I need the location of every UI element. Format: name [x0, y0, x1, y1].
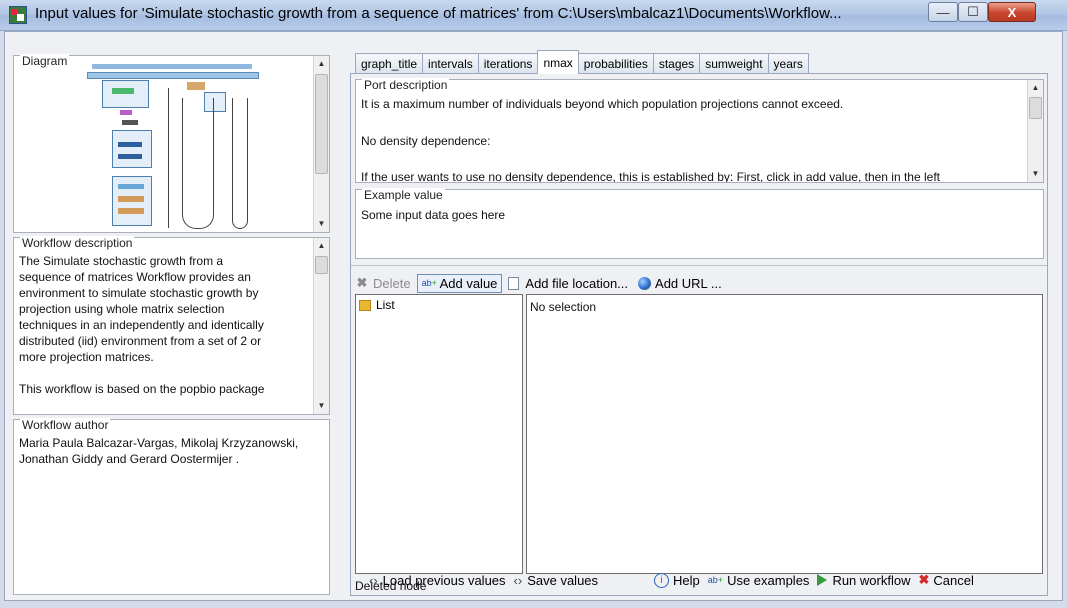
- description-line: distributed (iid) environment from a set…: [19, 334, 262, 348]
- divider: [351, 265, 1047, 266]
- load-previous-values-button[interactable]: ‹› Load previous values: [369, 573, 506, 588]
- port-description-blank: [361, 114, 1029, 132]
- diagram-panel: Diagram ▲ ▼: [13, 54, 330, 233]
- close-button[interactable]: X: [988, 2, 1036, 22]
- scroll-up-icon[interactable]: ▲: [1028, 80, 1043, 96]
- description-line: techniques in an independently and ident…: [19, 318, 264, 332]
- tree-panel[interactable]: List: [355, 294, 523, 574]
- author-line: Maria Paula Balcazar-Vargas, Mikolaj Krz…: [19, 436, 299, 450]
- diagram-scrollbar[interactable]: ▲ ▼: [313, 56, 329, 232]
- maximize-button[interactable]: ☐: [958, 2, 988, 22]
- add-file-location-button[interactable]: Add file location...: [504, 275, 632, 292]
- save-icon: ‹›: [513, 572, 523, 588]
- port-description-panel: Port description It is a maximum number …: [355, 78, 1044, 183]
- description-line: sequence of matrices Workflow provides a…: [19, 270, 251, 284]
- scroll-down-icon[interactable]: ▼: [1028, 166, 1043, 182]
- tab-iterations[interactable]: iterations: [477, 53, 539, 73]
- tab-probabilities[interactable]: probabilities: [577, 53, 654, 73]
- description-line: This workflow is based on the popbio pac…: [19, 382, 265, 396]
- use-examples-label: Use examples: [727, 572, 810, 588]
- description-line: The Simulate stochastic growth from a: [19, 254, 224, 268]
- diagram-scroll-thumb[interactable]: [315, 74, 328, 174]
- port-description-label: Port description: [362, 78, 450, 92]
- example-value-label: Example value: [362, 188, 445, 202]
- add-value-button[interactable]: ab+ Add value: [416, 273, 503, 293]
- tab-years[interactable]: years: [767, 53, 809, 73]
- workflow-description-label: Workflow description: [20, 236, 135, 250]
- folder-icon: [359, 299, 371, 311]
- title-bar: Input values for 'Simulate stochastic gr…: [0, 0, 1067, 31]
- value-toolbar: ✖ Delete ab+ Add value Add file location…: [351, 272, 728, 294]
- use-examples-button[interactable]: ab+ Use examples: [708, 573, 810, 588]
- save-values-label: Save values: [527, 572, 599, 588]
- port-description-scroll-thumb[interactable]: [1029, 97, 1042, 119]
- description-blank-line: [19, 365, 309, 381]
- add-url-button[interactable]: Add URL ...: [634, 275, 726, 292]
- tab-content: Port description It is a maximum number …: [350, 73, 1048, 596]
- load-previous-label: Load previous values: [382, 572, 506, 588]
- workflow-author-label: Workflow author: [20, 418, 111, 432]
- scroll-up-icon[interactable]: ▲: [314, 56, 329, 72]
- workflow-author-panel: Workflow author Maria Paula Balcazar-Var…: [13, 418, 330, 595]
- run-workflow-button[interactable]: Run workflow: [817, 573, 910, 588]
- description-scroll-thumb[interactable]: [315, 256, 328, 274]
- example-value-panel: Example value Some input data goes here: [355, 188, 1044, 259]
- run-workflow-label: Run workflow: [832, 572, 911, 588]
- run-icon: [817, 574, 828, 586]
- tab-graph-title[interactable]: graph_title: [355, 53, 424, 73]
- add-value-label: Add value: [439, 275, 498, 291]
- cancel-icon: ✖: [918, 572, 930, 587]
- author-line: Jonathan Giddy and Gerard Oostermijer .: [19, 452, 240, 466]
- use-examples-icon: ab+: [707, 575, 724, 585]
- app-icon: [9, 6, 27, 24]
- detail-text: No selection: [530, 300, 597, 314]
- add-url-label: Add URL ...: [655, 275, 722, 291]
- globe-icon: [638, 276, 652, 290]
- add-file-location-label: Add file location...: [525, 275, 629, 291]
- help-label: Help: [673, 572, 700, 588]
- add-value-icon: ab+: [421, 278, 437, 288]
- tab-nmax[interactable]: nmax: [537, 50, 579, 74]
- example-value-text: Some input data goes here: [361, 208, 506, 222]
- cancel-button[interactable]: ✖ Cancel: [918, 572, 973, 588]
- workflow-description-panel: Workflow description The Simulate stocha…: [13, 236, 330, 415]
- workflow-author-text: Maria Paula Balcazar-Vargas, Mikolaj Krz…: [19, 435, 324, 467]
- tab-stages[interactable]: stages: [652, 53, 701, 73]
- info-icon: i: [654, 572, 670, 588]
- workflow-diagram-thumbnail[interactable]: [82, 58, 262, 230]
- cancel-label: Cancel: [933, 572, 974, 588]
- tree-root-item[interactable]: List: [359, 298, 395, 312]
- port-description-scrollbar[interactable]: ▲ ▼: [1027, 80, 1043, 182]
- delete-label: Delete: [373, 275, 411, 291]
- detail-panel[interactable]: No selection: [526, 294, 1043, 574]
- description-line: projection using whole matrix selection: [19, 302, 225, 316]
- help-button[interactable]: i Help: [654, 572, 700, 588]
- tab-intervals[interactable]: intervals: [422, 53, 479, 73]
- dialog-body: Diagram ▲ ▼ Workflow description The Sim…: [4, 31, 1063, 601]
- scroll-down-icon[interactable]: ▼: [314, 216, 329, 232]
- port-tabs: graph_title intervals iterations nmax pr…: [355, 50, 809, 74]
- load-icon: ‹›: [369, 572, 378, 588]
- scroll-up-icon[interactable]: ▲: [314, 238, 329, 254]
- port-description-text: It is a maximum number of individuals be…: [361, 95, 1029, 182]
- workflow-description-text: The Simulate stochastic growth from a se…: [19, 253, 309, 397]
- window-title: Input values for 'Simulate stochastic gr…: [35, 5, 842, 22]
- scroll-down-icon[interactable]: ▼: [314, 398, 329, 414]
- bottom-bar: ‹› Load previous values ‹› Save values i…: [369, 570, 974, 590]
- delete-icon: ✖: [356, 275, 368, 290]
- tab-sumweight[interactable]: sumweight: [699, 53, 769, 73]
- description-line: environment to simulate stochastic growt…: [19, 286, 259, 300]
- description-scrollbar[interactable]: ▲ ▼: [313, 238, 329, 414]
- port-description-line: It is a maximum number of individuals be…: [361, 97, 844, 111]
- tree-root-label: List: [376, 298, 395, 312]
- minimize-button[interactable]: —: [928, 2, 958, 22]
- diagram-label: Diagram: [20, 54, 70, 68]
- port-description-line: No density dependence:: [361, 133, 491, 148]
- port-description-line: If the user wants to use no density depe…: [361, 170, 940, 182]
- save-values-button[interactable]: ‹› Save values: [514, 573, 599, 588]
- delete-button[interactable]: ✖ Delete: [351, 275, 415, 292]
- file-icon: [508, 276, 520, 290]
- port-description-blank: [361, 150, 1029, 168]
- description-line: more projection matrices.: [19, 350, 154, 364]
